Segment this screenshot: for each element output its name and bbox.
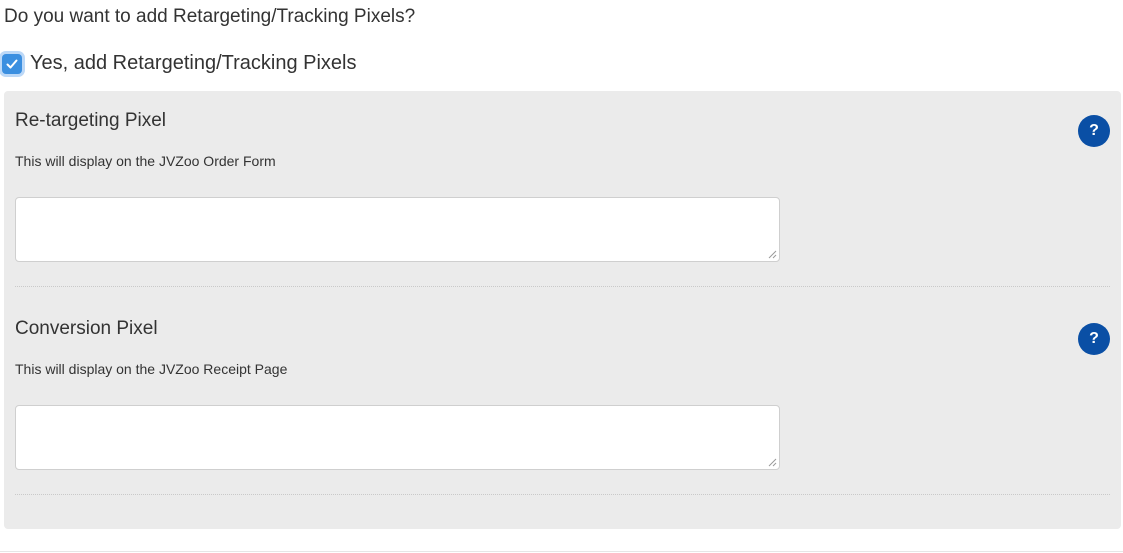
retargeting-pixel-subtitle: This will display on the JVZoo Order For… — [15, 153, 276, 169]
conversion-pixel-subtitle: This will display on the JVZoo Receipt P… — [15, 361, 288, 377]
pixels-panel: Re-targeting Pixel This will display on … — [4, 91, 1121, 529]
question-mark-glyph: ? — [1089, 330, 1099, 347]
question-mark-glyph: ? — [1089, 122, 1099, 139]
retargeting-pixel-title: Re-targeting Pixel — [15, 110, 167, 131]
resize-handle-icon[interactable] — [768, 250, 777, 259]
question-label: Do you want to add Retargeting/Tracking … — [4, 6, 416, 27]
retargeting-pixel-textarea[interactable] — [15, 197, 780, 262]
add-pixels-checkbox-label[interactable]: Yes, add Retargeting/Tracking Pixels — [30, 52, 356, 75]
add-pixels-option[interactable]: Yes, add Retargeting/Tracking Pixels — [2, 52, 356, 75]
retargeting-help-icon[interactable]: ? — [1078, 115, 1110, 147]
resize-handle-icon[interactable] — [768, 458, 777, 467]
page-divider — [0, 551, 1123, 552]
conversion-help-icon[interactable]: ? — [1078, 323, 1110, 355]
checkmark-icon — [6, 59, 18, 68]
section-divider — [15, 286, 1110, 287]
conversion-pixel-title: Conversion Pixel — [15, 318, 158, 339]
conversion-pixel-textarea[interactable] — [15, 405, 780, 470]
section-divider — [15, 494, 1110, 495]
add-pixels-checkbox[interactable] — [2, 53, 22, 74]
